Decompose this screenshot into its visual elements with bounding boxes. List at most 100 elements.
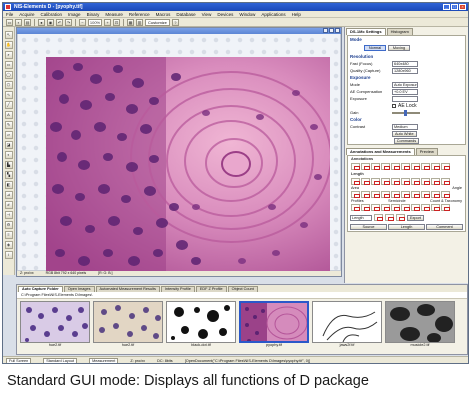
layers-icon[interactable]: ≡ (4, 231, 13, 239)
overlay-icon[interactable]: ◈ (4, 241, 13, 249)
area-tool-icon[interactable] (361, 191, 370, 198)
fill-icon[interactable]: ◪ (4, 141, 13, 149)
ae-lock-checkbox[interactable] (392, 103, 396, 108)
menu-calibration[interactable]: Calibration (41, 12, 63, 17)
menu-measure[interactable]: Measure (105, 12, 123, 17)
length-tool-icon[interactable] (441, 178, 450, 185)
measure-icon[interactable]: ⊿ (4, 191, 13, 199)
binary-icon[interactable]: ◧ (4, 181, 13, 189)
full-screen-tab[interactable]: Full Screen (6, 357, 32, 363)
source-button[interactable]: Source (350, 224, 387, 230)
settings-icon[interactable]: ⚙ (4, 221, 13, 229)
ae-compensation-select[interactable]: +0.0 EV (392, 88, 418, 95)
count-tool-icon[interactable] (421, 204, 430, 211)
area-tool-icon[interactable] (351, 191, 360, 198)
exposure-mode-select[interactable]: Auto Exposure (392, 81, 418, 88)
delete-icon[interactable] (385, 214, 394, 221)
angle-tool-icon[interactable] (441, 191, 450, 198)
annotation-tool-icon[interactable] (411, 163, 420, 170)
help-icon[interactable]: ? (171, 18, 179, 26)
print-icon[interactable]: ▤ (24, 18, 31, 26)
length-tool-icon[interactable] (381, 178, 390, 185)
count-tool-icon[interactable] (441, 204, 450, 211)
length-tool-icon[interactable] (401, 178, 410, 185)
angle-tool-icon[interactable] (411, 191, 420, 198)
menu-applications[interactable]: Applications (261, 12, 285, 17)
length-tool-icon[interactable] (371, 178, 380, 185)
mode-moving-button[interactable]: Moving (388, 45, 410, 51)
tab-intensity-profile[interactable]: Intensity Profile (160, 286, 195, 292)
scale-icon[interactable]: ⊣ (4, 211, 13, 219)
length-tool-icon[interactable] (431, 178, 440, 185)
area-tool-icon[interactable] (371, 191, 380, 198)
eraser-icon[interactable]: ▱ (4, 131, 13, 139)
fit-icon[interactable]: ⊡ (113, 18, 120, 26)
lut-icon[interactable]: ▚ (4, 171, 13, 179)
doc-maximize-button[interactable] (329, 28, 334, 33)
ellipse-roi-icon[interactable]: ◯ (4, 71, 13, 79)
standard-layout-tab[interactable]: Standard Layout (43, 357, 78, 363)
count-tool-icon[interactable] (431, 204, 440, 211)
layout-icon[interactable]: ▥ (136, 18, 143, 26)
length-button[interactable]: Length (388, 224, 425, 230)
menu-acquire[interactable]: Acquire (19, 12, 34, 17)
thumbnail[interactable]: black-dot.tif (166, 301, 236, 349)
annotation-tool-icon[interactable] (381, 163, 390, 170)
thumbnail[interactable]: hue2.tif (20, 301, 90, 349)
maximize-button[interactable]: □ (451, 4, 458, 10)
tab-measurement-results[interactable]: Automated Measurement Results (95, 286, 160, 292)
close-button[interactable]: × (459, 4, 466, 10)
line-icon[interactable]: ╱ (4, 101, 13, 109)
text-icon[interactable]: A (4, 111, 13, 119)
exposure-select[interactable] (392, 95, 418, 102)
grid-icon[interactable]: ▦ (127, 18, 134, 26)
folder-path[interactable]: C:\Program Files\NIS-Elements D\Images\ (17, 292, 467, 299)
resolution-quality-select[interactable]: 1280x960 (392, 67, 418, 74)
semicircle-tool-icon[interactable] (401, 204, 410, 211)
tab-preview[interactable]: Preview (415, 148, 438, 155)
info-icon[interactable]: i (4, 251, 13, 259)
zoom-in-icon[interactable]: + (104, 18, 111, 26)
semicircle-tool-icon[interactable] (391, 204, 400, 211)
annotation-tool-icon[interactable] (361, 163, 370, 170)
count-icon[interactable]: # (4, 201, 13, 209)
menu-help[interactable]: Help (292, 12, 301, 17)
menu-file[interactable]: File (6, 12, 13, 17)
profile-tool-icon[interactable] (361, 204, 370, 211)
profile-tool-icon[interactable] (351, 204, 360, 211)
length-tool-icon[interactable] (421, 178, 430, 185)
zoom-icon[interactable]: ⌕ (4, 51, 13, 59)
hand-icon[interactable]: ✋ (4, 41, 13, 49)
gain-slider[interactable] (392, 109, 420, 116)
save-icon[interactable]: ▪ (15, 18, 22, 26)
capture-icon[interactable]: ◉ (47, 18, 54, 26)
tab-annotations[interactable]: Annotations and Measurements (346, 148, 415, 155)
profile-tool-icon[interactable] (371, 204, 380, 211)
annotation-tool-icon[interactable] (431, 163, 440, 170)
resolution-fast-select[interactable]: 640x480 (392, 60, 418, 67)
undo-icon[interactable]: ↶ (56, 18, 63, 26)
length-tool-icon[interactable] (391, 178, 400, 185)
redo-icon[interactable]: ↷ (65, 18, 72, 26)
thumbnail[interactable]: hue2.tif (93, 301, 163, 349)
zoom-out-icon[interactable]: − (79, 18, 86, 26)
live-icon[interactable]: ● (38, 18, 45, 26)
mode-normal-button[interactable]: Normal (364, 45, 386, 51)
semicircle-tool-icon[interactable] (381, 204, 390, 211)
polygon-roi-icon[interactable]: ⬠ (4, 81, 13, 89)
export-button[interactable]: Export (407, 214, 424, 221)
histogram-icon[interactable]: ▙ (4, 161, 13, 169)
menu-view[interactable]: View (202, 12, 212, 17)
tab-histogram[interactable]: Histogram (386, 28, 413, 35)
thumbnail[interactable]: jaws2f.tif (312, 301, 382, 349)
annotation-tool-icon[interactable] (441, 163, 450, 170)
length-dropdown[interactable]: Length (350, 214, 372, 221)
open-icon[interactable]: ▭ (6, 18, 13, 26)
length-tool-icon[interactable] (411, 178, 420, 185)
thumbnail-selected[interactable]: pyophy.tif (239, 301, 309, 349)
tab-object-count[interactable]: Object Count (227, 286, 258, 292)
menu-image[interactable]: Image (68, 12, 81, 17)
annotation-tool-icon[interactable] (351, 163, 360, 170)
zoom-select[interactable]: 100% (88, 18, 102, 26)
menu-binary[interactable]: Binary (87, 12, 100, 17)
